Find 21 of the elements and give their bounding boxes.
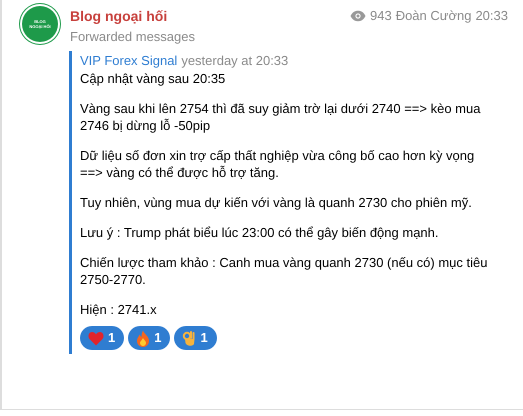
message-paragraph: Hiện : 2741.x [80, 301, 158, 318]
message-paragraph: Vàng sau khi lên 2754 thì đã suy giảm trờ lại dưới 2740 ==> kèo mua 2746 bị dừng lỗ -50pip [80, 100, 482, 134]
heart-icon [88, 330, 104, 346]
message-paragraph: Lưu ý : Trump phát biểu lúc 23:00 có thể gây biến động mạnh. [80, 224, 440, 241]
ok-hand-icon [182, 330, 196, 346]
message-time: 20:33 [475, 7, 508, 25]
message-paragraph: Tuy nhiên, vùng mua dự kiến với vàng là quanh 2730 cho phiên mỹ. [80, 194, 473, 211]
reaction-button[interactable]: 1 [174, 326, 217, 350]
channel-name[interactable]: Blog ngoại hối [70, 6, 195, 27]
source-channel[interactable]: VIP Forex Signal [80, 50, 178, 70]
author-name: Đoàn Cường [396, 7, 472, 25]
message-paragraph: Dữ liệu số đơn xin trợ cấp thất nghiệp vừa công bố cao hơn kỳ vọng ==> vàng có thể được hỗ trợ tăng. [80, 147, 476, 181]
reaction-button[interactable]: 1 [128, 326, 170, 350]
forwarded-label: Forwarded messages [70, 28, 195, 46]
fire-icon [136, 330, 150, 346]
message-paragraph: Cập nhật vàng sau 20:35 [80, 70, 226, 87]
message-paragraph: Chiến lược tham khảo : Canh mua vàng quanh 2730 (nếu có) mục tiêu 2750-2770. [80, 254, 488, 288]
reaction-button[interactable]: 1 [80, 326, 124, 350]
views-icon [350, 10, 366, 22]
view-count: 943 [370, 7, 392, 25]
source-date: yesterday at 20:33 [181, 52, 288, 70]
